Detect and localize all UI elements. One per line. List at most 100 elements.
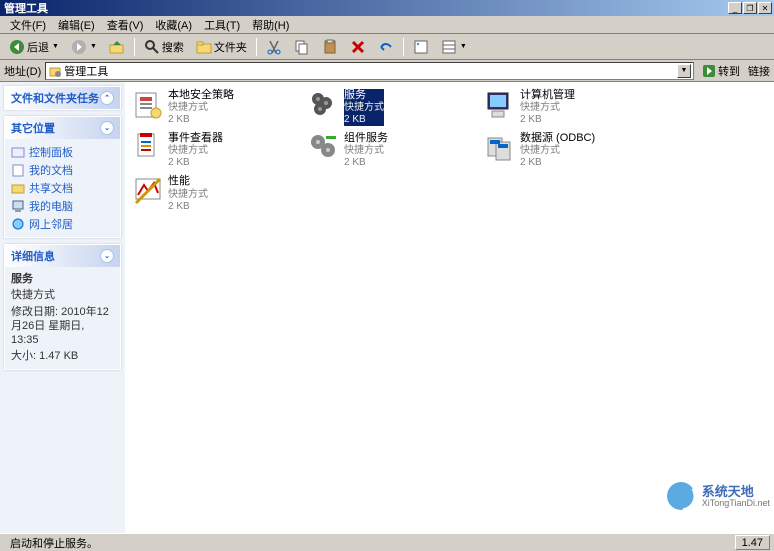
file-name: 服务 (344, 89, 384, 102)
search-icon (144, 39, 160, 55)
statusbar: 启动和停止服务。 1.47 (0, 533, 774, 551)
chevron-icon: ⌃ (100, 91, 114, 105)
cut-button[interactable] (261, 36, 287, 58)
file-item[interactable]: 事件查看器快捷方式2 KB (131, 131, 291, 170)
file-type: 快捷方式 (520, 145, 595, 157)
watermark-brand: 系统天地 (702, 485, 770, 498)
menu-edit[interactable]: 编辑(E) (52, 15, 101, 35)
views-button[interactable]: ▼ (436, 36, 472, 58)
file-text: 事件查看器快捷方式2 KB (168, 132, 223, 169)
computer-icon (11, 199, 25, 213)
menu-view[interactable]: 查看(V) (101, 15, 150, 35)
file-size: 2 KB (520, 157, 595, 169)
menu-file[interactable]: 文件(F) (4, 15, 52, 35)
delete-button[interactable] (345, 36, 371, 58)
links-label[interactable]: 链接 (748, 63, 770, 79)
panel-other-header[interactable]: 其它位置 ⌄ (5, 117, 120, 139)
copy-button[interactable] (289, 36, 315, 58)
file-type: 快捷方式 (168, 189, 208, 201)
panel-tasks-header[interactable]: 文件和文件夹任务 ⌃ (5, 87, 120, 109)
file-icon (484, 132, 516, 164)
watermark-logo-icon (664, 479, 698, 513)
folders-button[interactable]: 文件夹 (191, 36, 252, 58)
properties-button[interactable] (408, 36, 434, 58)
watermark: 系统天地 XiTongTianDi.net (664, 479, 770, 513)
file-size: 2 KB (168, 114, 234, 126)
address-input[interactable] (64, 65, 675, 77)
file-type: 快捷方式 (168, 145, 223, 157)
chevron-down-icon: ▼ (460, 43, 467, 50)
sidebar-item-my-documents[interactable]: 我的文档 (11, 161, 114, 179)
search-label: 搜索 (162, 39, 184, 55)
file-icon (132, 175, 164, 207)
file-text: 组件服务快捷方式2 KB (344, 132, 388, 169)
chevron-icon: ⌄ (100, 249, 114, 263)
shared-folder-icon (11, 181, 25, 195)
chevron-icon: ⌄ (100, 121, 114, 135)
go-icon (702, 64, 716, 78)
menubar: 文件(F) 编辑(E) 查看(V) 收藏(A) 工具(T) 帮助(H) (0, 16, 774, 34)
address-label: 地址(D) (4, 63, 41, 79)
panel-details-title: 详细信息 (11, 248, 55, 264)
file-name: 计算机管理 (520, 89, 575, 102)
undo-button[interactable] (373, 36, 399, 58)
address-combo[interactable]: ▼ (45, 62, 694, 80)
folder-up-icon (109, 39, 125, 55)
sidebar-item-shared-documents[interactable]: 共享文档 (11, 179, 114, 197)
sidebar-item-control-panel[interactable]: 控制面板 (11, 143, 114, 161)
folder-icon (196, 39, 212, 55)
maximize-button[interactable]: ❐ (743, 2, 757, 14)
file-icon (132, 132, 164, 164)
menu-help[interactable]: 帮助(H) (246, 15, 295, 35)
sidebar-item-my-computer[interactable]: 我的电脑 (11, 197, 114, 215)
file-item[interactable]: 本地安全策略快捷方式2 KB (131, 88, 291, 127)
file-name: 性能 (168, 175, 208, 188)
copy-icon (294, 39, 310, 55)
file-icon (308, 132, 340, 164)
file-icon (132, 89, 164, 121)
file-item[interactable]: 计算机管理快捷方式2 KB (483, 88, 643, 127)
forward-icon (71, 39, 87, 55)
file-item[interactable]: 服务快捷方式2 KB (307, 88, 467, 127)
panel-details-header[interactable]: 详细信息 ⌄ (5, 245, 120, 267)
file-item[interactable]: 组件服务快捷方式2 KB (307, 131, 467, 170)
file-text: 计算机管理快捷方式2 KB (520, 89, 575, 126)
go-button[interactable]: 转到 (698, 61, 744, 81)
back-button[interactable]: 后退 ▼ (4, 36, 64, 58)
folders-label: 文件夹 (214, 39, 247, 55)
minimize-button[interactable]: _ (728, 2, 742, 14)
documents-icon (11, 163, 25, 177)
file-size: 2 KB (168, 157, 223, 169)
file-item[interactable]: 数据源 (ODBC)快捷方式2 KB (483, 131, 643, 170)
file-name: 组件服务 (344, 132, 388, 145)
panel-details-body: 服务 快捷方式 修改日期: 2010年12月26日 星期日, 13:35 大小:… (5, 267, 120, 369)
undo-icon (378, 39, 394, 55)
paste-button[interactable] (317, 36, 343, 58)
up-button[interactable] (104, 36, 130, 58)
search-button[interactable]: 搜索 (139, 36, 189, 58)
file-size: 2 KB (344, 114, 384, 126)
toolbar: 后退 ▼ ▼ 搜索 文件夹 ▼ (0, 34, 774, 60)
details-type: 快捷方式 (11, 287, 114, 303)
close-button[interactable]: ✕ (758, 2, 772, 14)
file-name: 数据源 (ODBC) (520, 132, 595, 145)
status-size: 1.47 (735, 535, 770, 550)
file-type: 快捷方式 (168, 102, 234, 114)
panel-other-body: 控制面板 我的文档 共享文档 我的电脑 网上邻居 (5, 139, 120, 237)
delete-icon (350, 39, 366, 55)
watermark-url: XiTongTianDi.net (702, 498, 770, 508)
panel-other: 其它位置 ⌄ 控制面板 我的文档 共享文档 我的电脑 网上邻居 (4, 116, 121, 238)
details-modified: 修改日期: 2010年12月26日 星期日, 13:35 (11, 304, 114, 349)
address-dropdown-icon[interactable]: ▼ (677, 64, 691, 78)
menu-tools[interactable]: 工具(T) (198, 15, 246, 35)
file-item[interactable]: 性能快捷方式2 KB (131, 174, 291, 213)
back-icon (9, 39, 25, 55)
file-text: 服务快捷方式2 KB (344, 89, 384, 126)
forward-button[interactable]: ▼ (66, 36, 102, 58)
menu-favorites[interactable]: 收藏(A) (149, 15, 198, 35)
sidebar-item-network[interactable]: 网上邻居 (11, 215, 114, 233)
separator (134, 38, 135, 56)
control-panel-icon (11, 145, 25, 159)
panel-other-title: 其它位置 (11, 120, 55, 136)
content-area[interactable]: 本地安全策略快捷方式2 KB服务快捷方式2 KB计算机管理快捷方式2 KB事件查… (125, 82, 774, 533)
